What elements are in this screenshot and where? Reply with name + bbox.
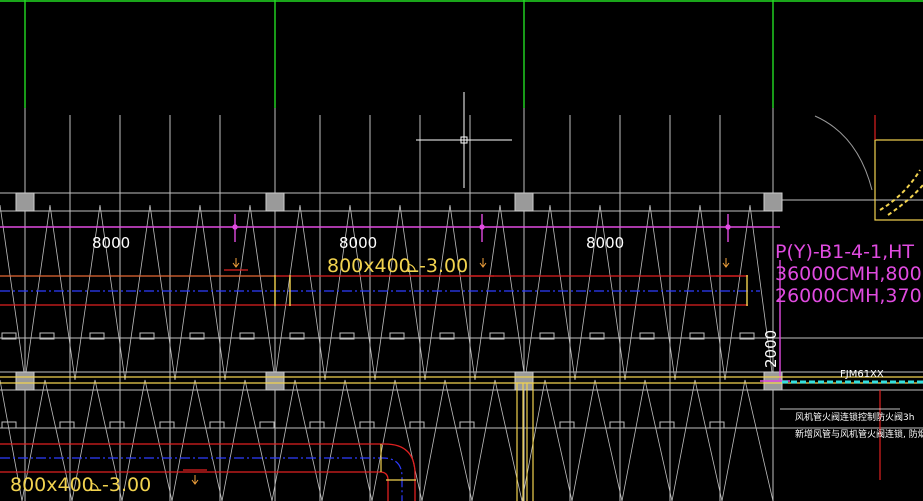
- grid-lines-green: [0, 0, 923, 108]
- damper-tag: FJM61XX: [840, 369, 884, 380]
- dimension-label-3: 8000: [586, 234, 624, 252]
- cad-drawing-canvas[interactable]: 8000 8000 8000 800x400 ⊾ -3.00 800x400 ⊾…: [0, 0, 923, 501]
- duct-size-label-bottom: 800x400: [10, 474, 94, 496]
- crosshair-cursor: [416, 92, 512, 188]
- fan-spec-1: 36000CMH,800Pc: [775, 263, 923, 285]
- duct-level-label-bottom: -3.00: [102, 474, 151, 496]
- vertical-dimension: 2000: [762, 330, 780, 368]
- beam-tick-marks: [1, 332, 755, 429]
- dimension-label-1: 8000: [92, 234, 130, 252]
- note-line-2: 新增风管与风机管火阀连锁, 防烟风机连锁: [795, 428, 923, 440]
- fan-spec-2: 26000CMH,370Pc: [775, 285, 923, 307]
- fan-tag: P(Y)-B1-4-1,HT: [775, 241, 914, 263]
- duct-level-label-top: -3.00: [419, 255, 468, 277]
- structure-horizontals: [0, 192, 923, 429]
- dimension-label-2: 8000: [339, 234, 377, 252]
- note-line-1: 风机管火阀连锁控制防火阀3h: [795, 411, 914, 423]
- duct-size-label-top: 800x400: [327, 255, 411, 277]
